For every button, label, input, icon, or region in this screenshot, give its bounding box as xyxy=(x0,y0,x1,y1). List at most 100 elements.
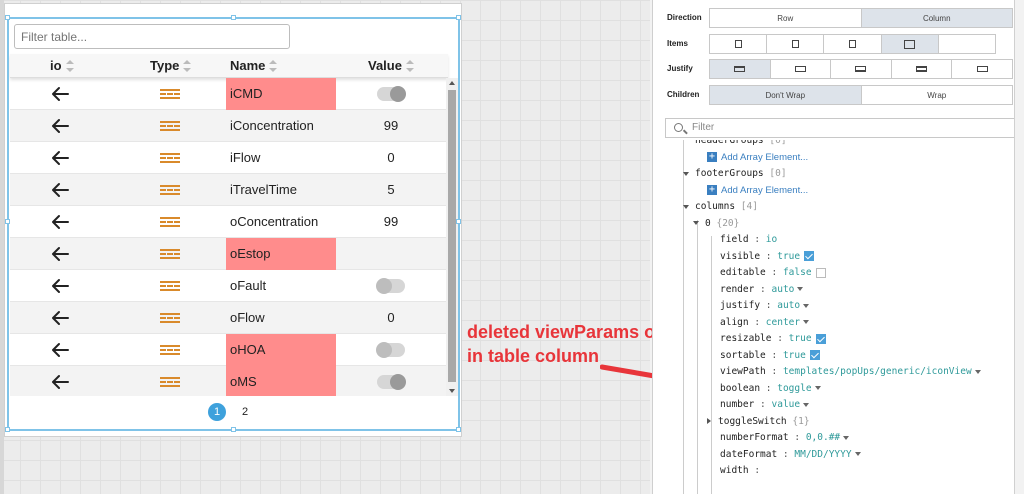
wrap-button[interactable]: Wrap xyxy=(861,86,1012,104)
chevron-down-icon[interactable] xyxy=(797,287,804,291)
table-row[interactable]: oMS xyxy=(10,366,446,396)
arrow-left-icon[interactable] xyxy=(50,182,70,198)
scroll-up-icon[interactable] xyxy=(449,81,455,85)
resize-handle[interactable] xyxy=(456,427,461,432)
checkbox[interactable] xyxy=(804,251,815,261)
arrow-left-icon[interactable] xyxy=(50,246,70,262)
tree-prop-numberformat[interactable]: numberFormat : 0,0.## xyxy=(720,432,850,449)
checkbox[interactable] xyxy=(815,333,826,344)
scroll-down-icon[interactable] xyxy=(449,389,455,393)
tree-value[interactable]: 0,0.## xyxy=(806,432,840,443)
tree-prop-field[interactable]: field : io xyxy=(720,234,777,251)
collapse-icon[interactable] xyxy=(683,204,689,209)
sort-icon[interactable] xyxy=(405,59,414,72)
checkbox[interactable] xyxy=(815,267,826,278)
tree-prop-dateformat[interactable]: dateFormat : MM/DD/YYYY xyxy=(720,449,861,466)
tree-value[interactable]: toggle xyxy=(777,383,811,394)
resize-handle[interactable] xyxy=(5,219,10,224)
tree-value[interactable]: MM/DD/YYYY xyxy=(794,449,851,460)
arrow-left-icon[interactable] xyxy=(50,214,70,230)
sort-icon[interactable] xyxy=(269,59,278,72)
chevron-down-icon[interactable] xyxy=(843,435,850,440)
table-row[interactable]: iFlow 0 xyxy=(10,142,446,174)
tree-prop-render[interactable]: render : auto xyxy=(720,284,804,301)
tree-value[interactable]: center xyxy=(766,317,800,328)
column-header-value[interactable]: Value xyxy=(368,58,414,73)
arrow-left-icon[interactable] xyxy=(50,118,70,134)
direction-column-button[interactable]: Column xyxy=(861,9,1012,27)
direction-row-button[interactable]: Row xyxy=(710,9,862,27)
toggle-switch[interactable] xyxy=(376,278,405,294)
items-baseline-button[interactable] xyxy=(938,35,996,53)
table-row[interactable]: iConcentration 99 xyxy=(10,110,446,142)
items-center-button[interactable] xyxy=(767,35,825,53)
tree-prop-boolean[interactable]: boolean : toggle xyxy=(720,383,821,400)
tree-prop-sortable[interactable]: sortable : true xyxy=(720,350,820,367)
tree-node-toggleswitch[interactable]: toggleSwitch {1} xyxy=(707,416,810,433)
column-header-io[interactable]: io xyxy=(50,58,74,73)
resize-handle[interactable] xyxy=(231,427,236,432)
justify-start-button[interactable] xyxy=(710,60,771,78)
arrow-left-icon[interactable] xyxy=(50,374,70,390)
chevron-down-icon[interactable] xyxy=(803,402,810,407)
justify-around-button[interactable] xyxy=(952,60,1012,78)
tree-value[interactable]: io xyxy=(766,234,777,245)
arrow-left-icon[interactable] xyxy=(50,278,70,294)
arrow-left-icon[interactable] xyxy=(50,342,70,358)
arrow-left-icon[interactable] xyxy=(50,150,70,166)
tree-value[interactable]: templates/popUps/generic/iconView xyxy=(783,366,972,377)
add-array-element-button[interactable]: + Add Array Element... xyxy=(707,152,808,169)
tree-prop-resizable[interactable]: resizable : true xyxy=(720,333,826,350)
page-button[interactable]: 1 xyxy=(208,403,226,421)
toggle-switch[interactable] xyxy=(377,374,406,390)
resize-handle[interactable] xyxy=(5,427,10,432)
chevron-down-icon[interactable] xyxy=(814,386,821,390)
tree-node-columns[interactable]: columns [4] xyxy=(683,201,758,218)
toggle-switch[interactable] xyxy=(377,86,406,102)
tree-node-column-0[interactable]: 0 {20} xyxy=(693,218,739,235)
tree-value[interactable]: value xyxy=(772,399,801,410)
toggle-switch[interactable] xyxy=(376,342,405,358)
items-end-button[interactable] xyxy=(824,35,882,53)
chevron-down-icon[interactable] xyxy=(854,452,861,456)
table-scrollbar[interactable] xyxy=(446,78,458,396)
column-header-type[interactable]: Type xyxy=(150,58,192,73)
property-filter-input[interactable]: Filter xyxy=(665,118,1015,138)
table-row[interactable]: oFlow 0 xyxy=(10,302,446,334)
tree-value[interactable]: false xyxy=(783,267,812,278)
dont-wrap-button[interactable]: Don't Wrap xyxy=(710,86,862,104)
tree-node-footergroups[interactable]: footerGroups [0] xyxy=(683,168,787,185)
tree-prop-justify[interactable]: justify : auto xyxy=(720,300,810,317)
resize-handle[interactable] xyxy=(5,15,10,20)
table-row[interactable]: oConcentration 99 xyxy=(10,206,446,238)
resize-handle[interactable] xyxy=(456,15,461,20)
justify-center-button[interactable] xyxy=(770,60,832,78)
table-row[interactable]: oHOA xyxy=(10,334,446,366)
resize-handle[interactable] xyxy=(231,15,236,20)
tree-prop-editable[interactable]: editable : false xyxy=(720,267,826,284)
chevron-down-icon[interactable] xyxy=(803,320,810,324)
chevron-down-icon[interactable] xyxy=(803,303,810,308)
page-button[interactable]: 2 xyxy=(236,403,254,421)
tree-value[interactable]: true xyxy=(783,350,806,361)
table-row[interactable]: iCMD xyxy=(10,78,446,110)
collapse-icon[interactable] xyxy=(693,221,699,225)
add-array-element-button[interactable]: + Add Array Element... xyxy=(707,185,808,202)
sort-icon[interactable] xyxy=(65,59,74,72)
table-row[interactable]: oFault xyxy=(10,270,446,302)
tree-prop-visible[interactable]: visible : true xyxy=(720,251,815,268)
tree-prop-align[interactable]: align : center xyxy=(720,317,810,334)
checkbox[interactable] xyxy=(809,350,820,360)
expand-icon[interactable] xyxy=(707,418,711,424)
items-start-button[interactable] xyxy=(710,35,768,53)
expand-icon[interactable] xyxy=(683,171,689,176)
chevron-down-icon[interactable] xyxy=(974,369,981,374)
table-row[interactable]: iTravelTime 5 xyxy=(10,174,446,206)
tree-value[interactable]: true xyxy=(789,333,812,344)
justify-end-button[interactable] xyxy=(831,60,892,78)
tree-prop-viewpath[interactable]: viewPath : templates/popUps/generic/icon… xyxy=(720,366,981,383)
sort-icon[interactable] xyxy=(183,59,192,72)
arrow-left-icon[interactable] xyxy=(50,310,70,326)
table-row[interactable]: oEstop xyxy=(10,238,446,270)
scrollbar-thumb[interactable] xyxy=(448,90,456,382)
